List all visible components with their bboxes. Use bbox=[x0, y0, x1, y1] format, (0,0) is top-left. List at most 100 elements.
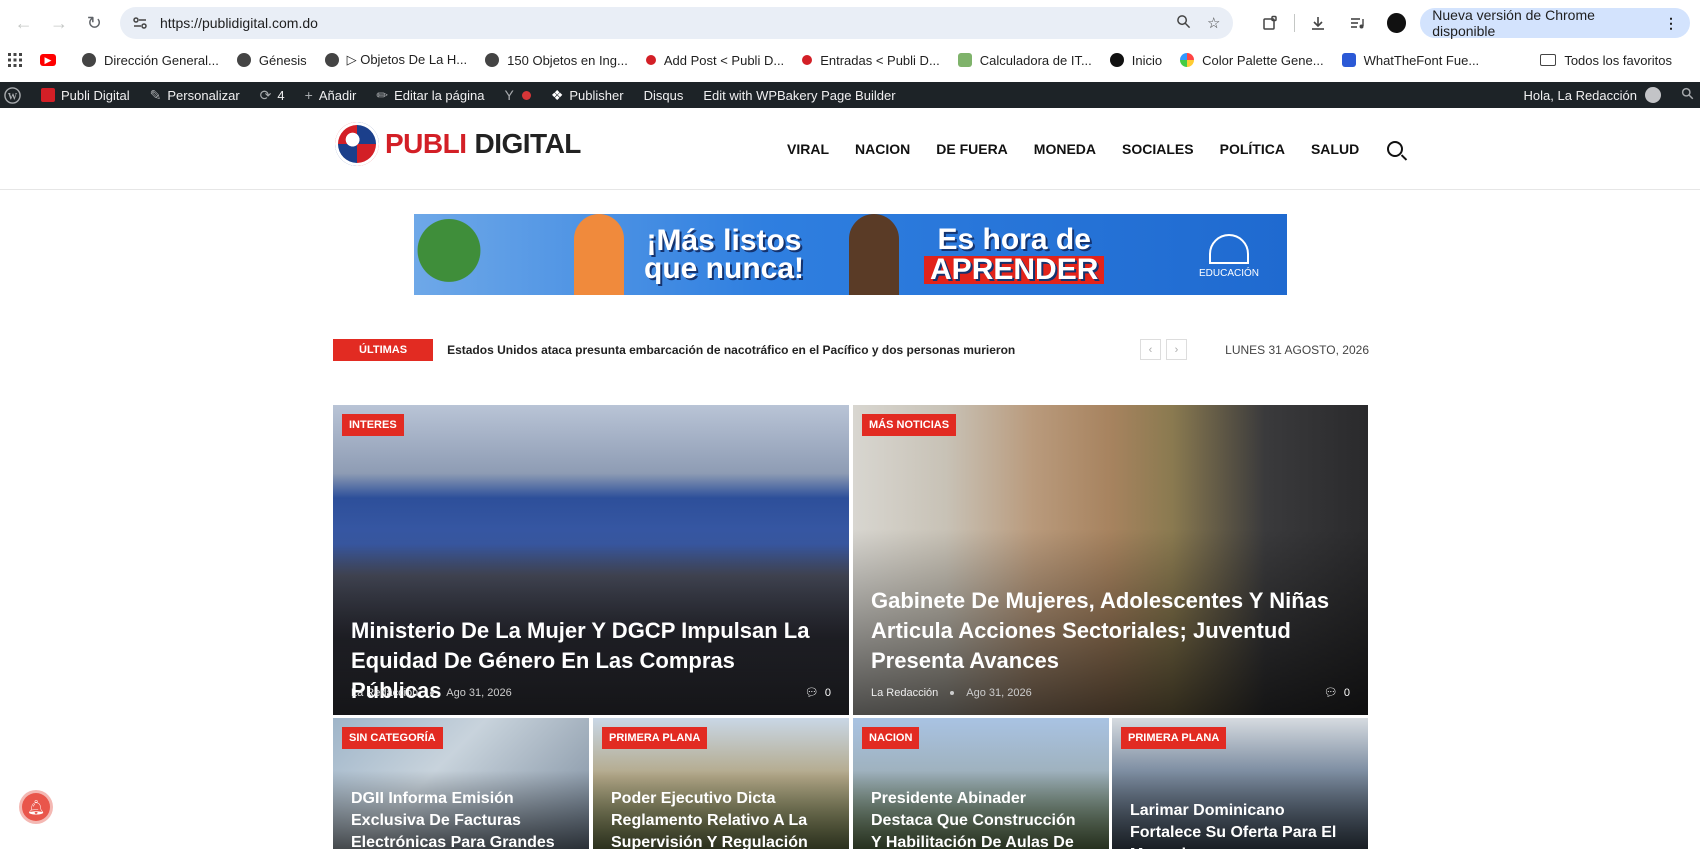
site-logo[interactable]: PUBLI DIGITAL bbox=[335, 122, 581, 166]
wp-site-name[interactable]: Publi Digital bbox=[41, 88, 130, 103]
featured-article-2[interactable]: MÁS NOTICIAS Gabinete De Mujeres, Adoles… bbox=[853, 405, 1368, 715]
nav-item-sociales[interactable]: SOCIALES bbox=[1122, 141, 1194, 157]
youtube-icon[interactable]: ▶ bbox=[40, 54, 64, 66]
site-search-icon[interactable] bbox=[1387, 141, 1404, 157]
nav-item-politica[interactable]: POLÍTICA bbox=[1220, 141, 1285, 157]
article-author[interactable]: La Redacción bbox=[351, 687, 418, 699]
palette-icon bbox=[1180, 53, 1195, 67]
article-title[interactable]: Presidente Abinader Destaca Que Construc… bbox=[871, 788, 1089, 849]
menu-dots-icon[interactable]: ⋮ bbox=[1664, 15, 1678, 32]
bookmark-item[interactable]: Calculadora de IT... bbox=[957, 53, 1092, 68]
all-bookmarks-folder[interactable]: Todos los favoritos bbox=[1540, 46, 1672, 74]
tree-graphic bbox=[414, 214, 484, 295]
toolbar-divider bbox=[1293, 14, 1295, 32]
chrome-update-button[interactable]: Nueva versión de Chrome disponible ⋮ bbox=[1420, 7, 1691, 39]
address-bar[interactable]: https://publidigital.com.do ☆ bbox=[119, 7, 1233, 39]
wp-edit-label: Editar la página bbox=[394, 87, 485, 103]
article-date: Ago 31, 2026 bbox=[446, 687, 512, 699]
bookmark-item[interactable]: Add Post < Publi D... bbox=[645, 53, 784, 68]
bookmark-item[interactable]: Entradas < Publi D... bbox=[802, 53, 940, 68]
bookmark-label: Entradas < Publi D... bbox=[820, 52, 940, 68]
zoom-icon[interactable] bbox=[1176, 14, 1191, 33]
wp-updates[interactable]: ⟳ 4 bbox=[260, 87, 285, 104]
bookmark-label: Génesis bbox=[258, 52, 307, 68]
news-ticker: ÚLTIMAS Estados Unidos ataca presunta em… bbox=[333, 339, 1369, 361]
nav-item-de-fuera[interactable]: DE FUERA bbox=[936, 141, 1008, 157]
globe-icon bbox=[82, 53, 96, 67]
article-title[interactable]: Larimar Dominicano Fortalece Su Oferta P… bbox=[1130, 800, 1348, 849]
educacion-logo: EDUCACIÓN bbox=[1199, 234, 1259, 279]
article-card[interactable]: PRIMERA PLANA Poder Ejecutivo Dicta Regl… bbox=[593, 718, 849, 849]
site-settings-icon[interactable] bbox=[132, 15, 148, 31]
wp-publisher-label: Publisher bbox=[569, 87, 624, 103]
category-badge[interactable]: PRIMERA PLANA bbox=[602, 727, 708, 749]
article-card[interactable]: PRIMERA PLANA Larimar Dominicano Fortale… bbox=[1112, 718, 1368, 849]
bookmark-item[interactable]: Génesis bbox=[236, 52, 307, 68]
article-title[interactable]: Gabinete De Mujeres, Adolescentes Y Niña… bbox=[871, 586, 1348, 676]
nav-item-viral[interactable]: VIRAL bbox=[787, 141, 829, 157]
category-badge[interactable]: MÁS NOTICIAS bbox=[862, 414, 957, 436]
bookmarks-bar: ▶ Dirección General... Génesis ▷ Objetos… bbox=[0, 46, 1700, 74]
bookmark-label: WhatTheFont Fue... bbox=[1363, 52, 1480, 68]
bookmark-item[interactable]: 150 Objetos en Ing... bbox=[485, 53, 628, 68]
bookmark-star-icon[interactable]: ☆ bbox=[1207, 14, 1220, 32]
article-card[interactable]: NACION Presidente Abinader Destaca Que C… bbox=[853, 718, 1109, 849]
media-control-icon[interactable] bbox=[1344, 9, 1371, 37]
chevron-right-icon[interactable]: › bbox=[1166, 339, 1187, 360]
bookmark-label: Color Palette Gene... bbox=[1202, 52, 1324, 68]
bookmark-item[interactable]: WhatTheFont Fue... bbox=[1341, 52, 1480, 68]
wordpress-logo-icon[interactable]: W bbox=[4, 86, 21, 104]
article-title[interactable]: Poder Ejecutivo Dicta Reglamento Relativ… bbox=[611, 788, 829, 849]
wp-edit-page[interactable]: ✏ Editar la página bbox=[376, 87, 484, 104]
back-icon[interactable]: ← bbox=[10, 9, 37, 37]
profile-avatar[interactable] bbox=[1386, 13, 1407, 33]
wp-add-new[interactable]: + Añadir bbox=[305, 87, 357, 103]
bookmark-item[interactable]: Dirección General... bbox=[82, 53, 219, 68]
chevron-left-icon[interactable]: ‹ bbox=[1140, 339, 1161, 360]
wp-wpbakery[interactable]: Edit with WPBakery Page Builder bbox=[703, 88, 895, 103]
featured-article-1[interactable]: INTERES Ministerio De La Mujer Y DGCP Im… bbox=[333, 405, 849, 715]
nav-item-salud[interactable]: SALUD bbox=[1311, 141, 1359, 157]
comment-icon: 💬︎ bbox=[1323, 687, 1338, 699]
search-icon[interactable] bbox=[1681, 87, 1694, 103]
bookmark-item[interactable]: ▷ Objetos De La H... bbox=[324, 52, 467, 68]
comments-count[interactable]: 💬︎ 0 bbox=[1323, 686, 1350, 700]
ticker-label: ÚLTIMAS bbox=[333, 339, 434, 361]
reload-icon[interactable]: ↻ bbox=[81, 9, 108, 37]
notification-bell-icon[interactable]: 🔔︎ bbox=[22, 793, 50, 821]
ticker-controls: ‹ › bbox=[1140, 339, 1192, 360]
globe-icon bbox=[236, 53, 251, 67]
forward-icon[interactable]: → bbox=[45, 9, 72, 37]
extensions-icon[interactable] bbox=[1257, 9, 1284, 37]
avatar[interactable] bbox=[1645, 87, 1661, 103]
bookmark-label: Inicio bbox=[1131, 52, 1163, 68]
ticker-headline[interactable]: Estados Unidos ataca presunta embarcació… bbox=[447, 343, 1015, 357]
publisher-icon: ❖ bbox=[550, 86, 564, 103]
category-badge[interactable]: NACION bbox=[862, 727, 920, 749]
ad-banner[interactable]: ¡Más listos que nunca! Es hora de APREND… bbox=[414, 214, 1287, 295]
nav-item-moneda[interactable]: MONEDA bbox=[1034, 141, 1096, 157]
article-title[interactable]: DGII Informa Emisión Exclusiva De Factur… bbox=[351, 788, 569, 849]
wp-greeting[interactable]: Hola, La Redacción bbox=[1524, 88, 1637, 103]
wp-disqus[interactable]: Disqus bbox=[644, 88, 684, 103]
comments-count[interactable]: 💬︎ 0 bbox=[805, 686, 831, 700]
folder-icon bbox=[1540, 54, 1557, 66]
apps-grid-icon[interactable] bbox=[8, 53, 22, 67]
download-icon[interactable] bbox=[1305, 9, 1332, 37]
article-card[interactable]: SIN CATEGORÍA DGII Informa Emisión Exclu… bbox=[333, 718, 589, 849]
wp-site-label: Publi Digital bbox=[61, 87, 130, 103]
bookmark-item[interactable]: Color Palette Gene... bbox=[1180, 52, 1324, 68]
yoast-seo[interactable]: Y bbox=[504, 87, 531, 103]
nav-item-nacion[interactable]: NACION bbox=[855, 141, 910, 157]
category-badge[interactable]: PRIMERA PLANA bbox=[1121, 727, 1227, 749]
wp-publisher[interactable]: ❖ Publisher bbox=[551, 87, 624, 104]
publi-icon bbox=[802, 55, 813, 65]
article-author[interactable]: La Redacción bbox=[871, 687, 938, 699]
cartoon-girl-graphic bbox=[574, 214, 624, 295]
wp-customize[interactable]: ✎ Personalizar bbox=[150, 87, 240, 104]
bookmark-item[interactable]: Inicio bbox=[1109, 52, 1163, 68]
banner-line-1a: ¡Más listos bbox=[646, 223, 802, 257]
url-text[interactable]: https://publidigital.com.do bbox=[160, 15, 1160, 31]
category-badge[interactable]: INTERES bbox=[342, 414, 404, 436]
category-badge[interactable]: SIN CATEGORÍA bbox=[342, 727, 443, 749]
